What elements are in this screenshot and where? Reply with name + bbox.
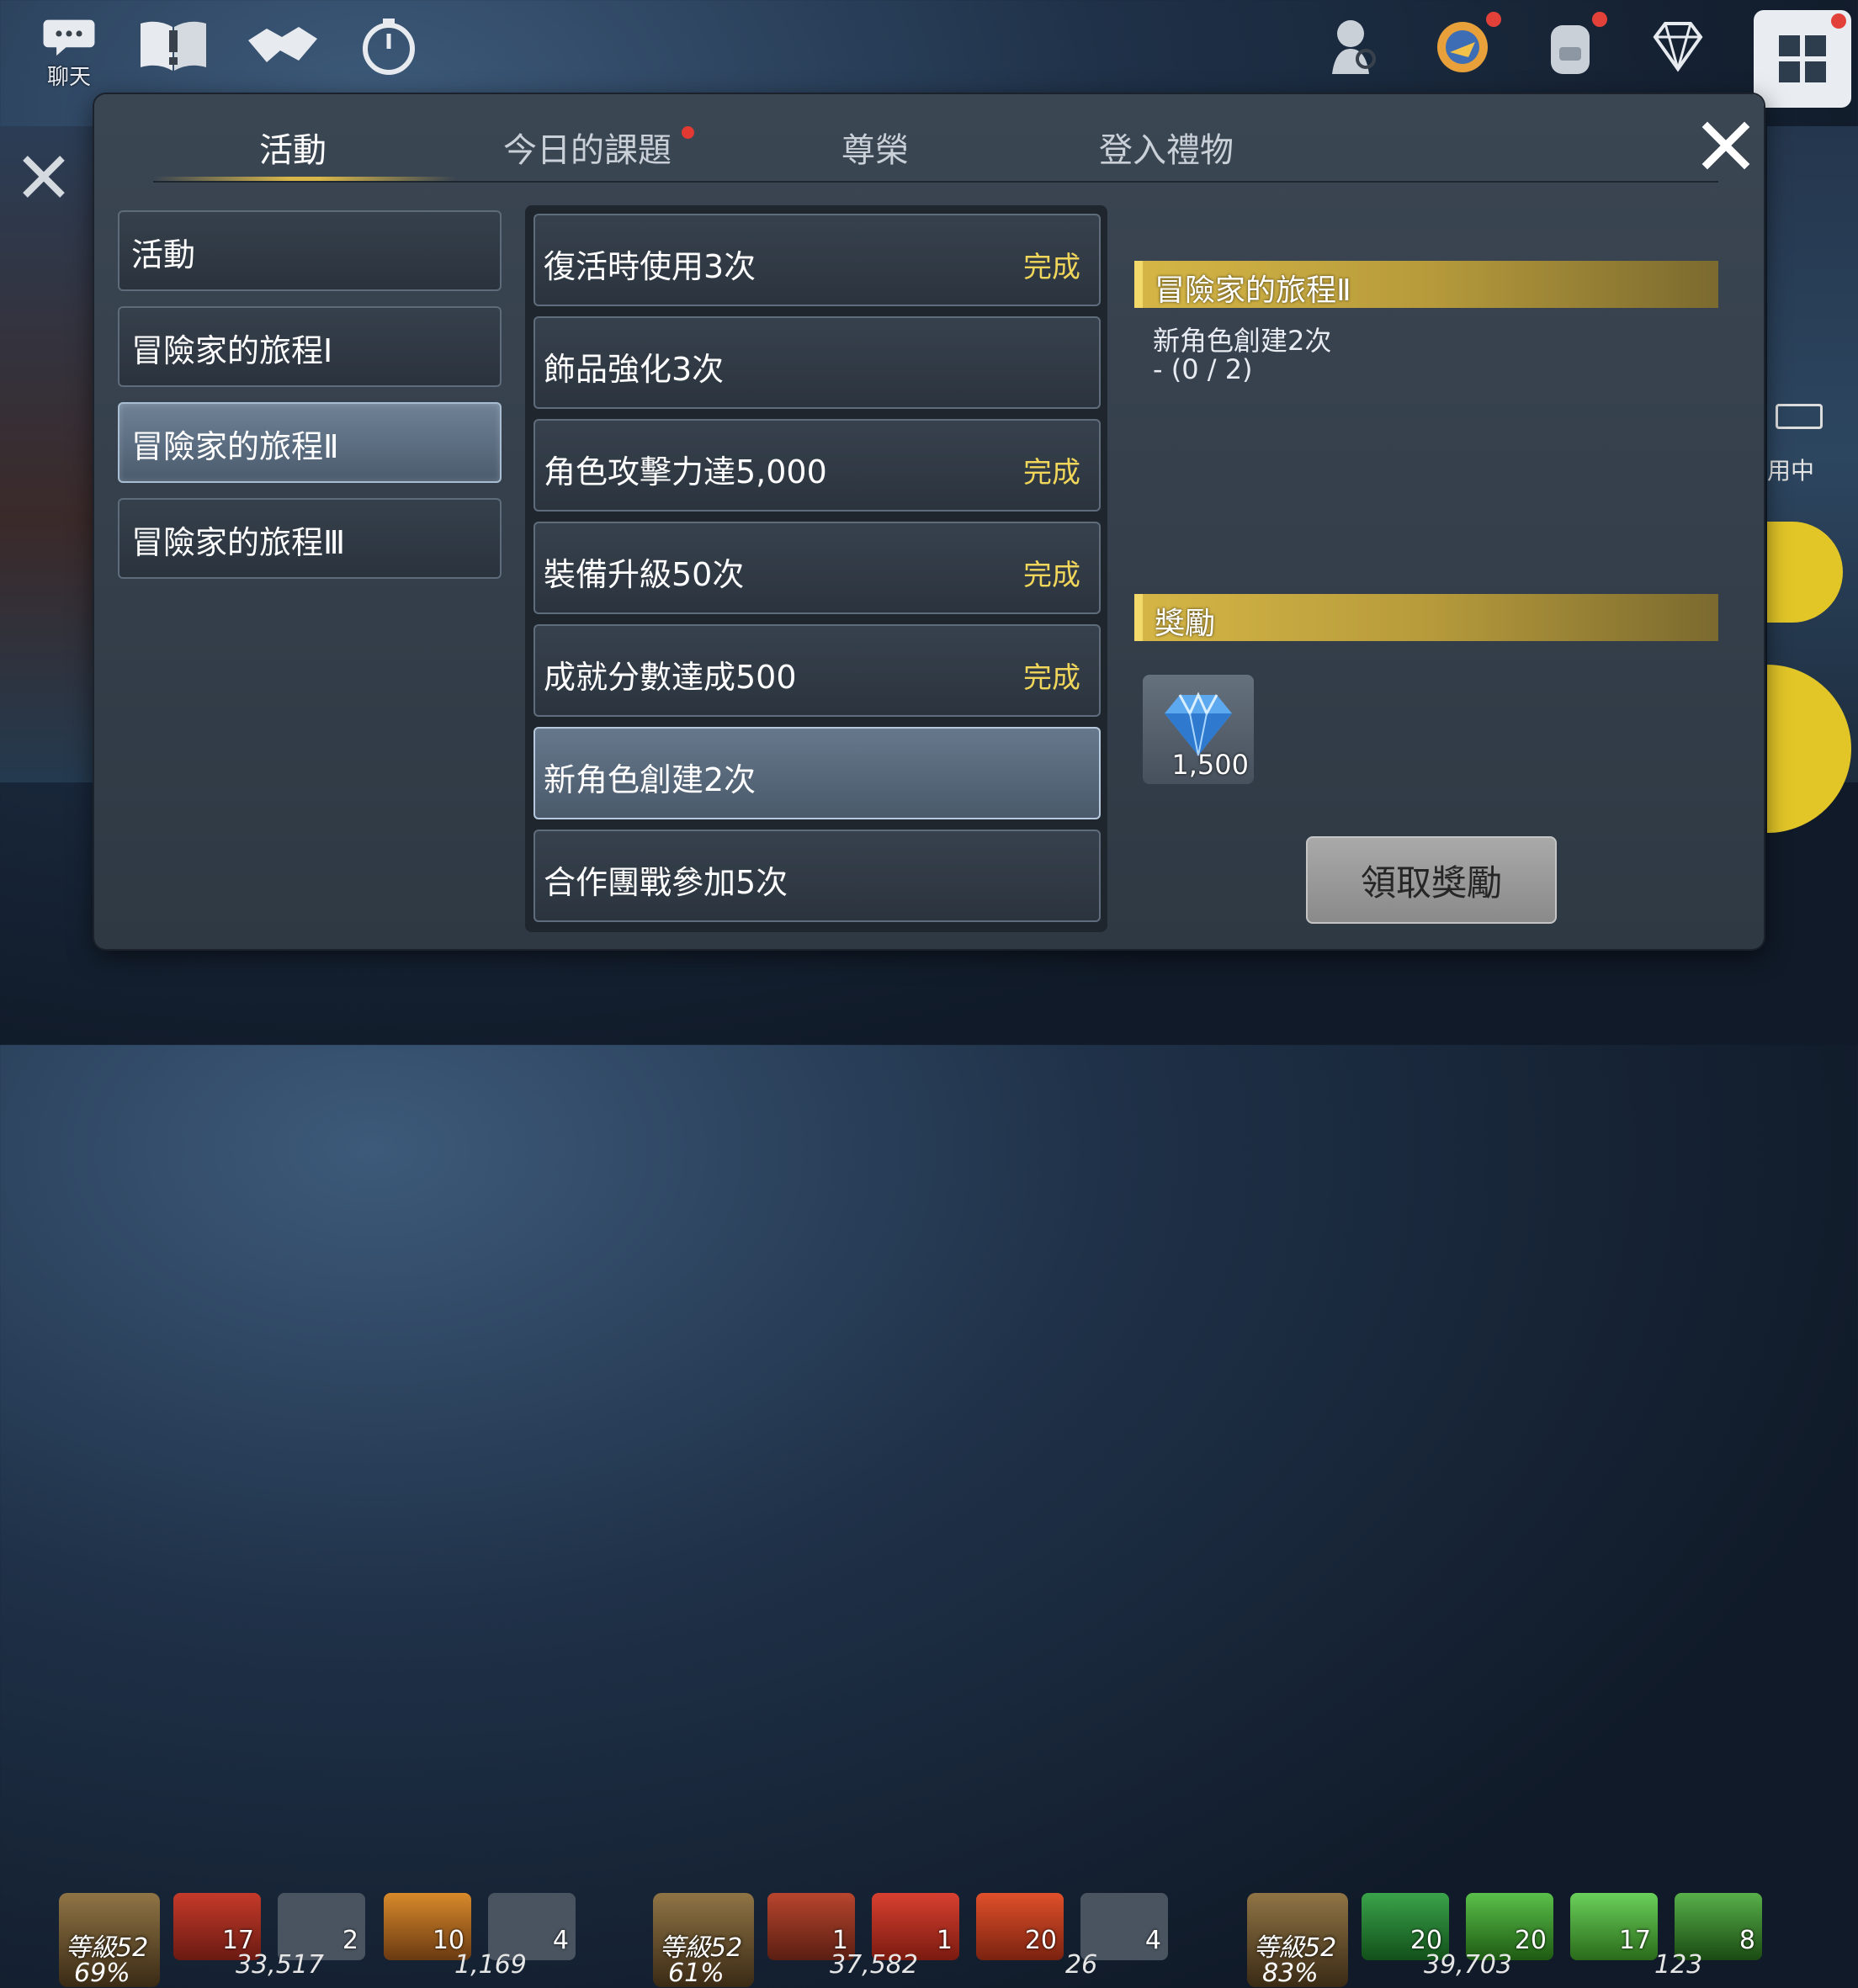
close-button[interactable] — [1698, 118, 1754, 173]
chat-icon — [43, 19, 95, 56]
hero-exp-percent: 69% — [74, 1959, 130, 1988]
sub-value: 1,169 — [454, 1950, 527, 1980]
quest-list[interactable]: 復活時使用3次 完成 飾品強化3次 角色攻擊力達5,000 完成 裝備升級50次… — [525, 205, 1107, 932]
quest-item-selected[interactable]: 新角色創建2次 — [534, 727, 1101, 819]
claim-reward-label: 領取獎勵 — [1360, 861, 1502, 904]
mission-progress: - (0 / 2) — [1153, 353, 1253, 385]
power-value: 33,517 — [236, 1950, 324, 1980]
quest-item[interactable]: 飾品強化3次 — [534, 316, 1101, 409]
stopwatch-icon — [363, 19, 415, 75]
quest-title: 合作團戰參加5次 — [544, 864, 788, 901]
tab-bar: 活動 今日的課題 尊榮 登入禮物 — [94, 94, 1764, 183]
hero-portrait-1[interactable]: 等級52 69% — [59, 1893, 160, 1988]
quest-status: 完成 — [1023, 251, 1080, 284]
event-button[interactable] — [1420, 12, 1505, 91]
top-hud: 聊天 — [0, 0, 1858, 108]
detail-header: 冒險家的旅程Ⅱ — [1134, 261, 1718, 308]
quest-item[interactable]: 合作團戰參加5次 — [534, 830, 1101, 922]
category-journey-2[interactable]: 冒險家的旅程Ⅱ — [118, 402, 502, 483]
event-panel: 活動 今日的課題 尊榮 登入禮物 活動 冒險家的旅程Ⅰ 冒險家的旅程Ⅱ 冒險家的… — [94, 94, 1764, 949]
category-events[interactable]: 活動 — [118, 210, 502, 291]
quest-item[interactable]: 角色攻擊力達5,000 完成 — [534, 419, 1101, 512]
hero-portrait-3[interactable]: 等級52 83% — [1247, 1893, 1348, 1988]
menu-grid-icon — [1779, 35, 1826, 82]
category-label: 冒險家的旅程Ⅲ — [131, 524, 346, 561]
guild-button[interactable] — [241, 15, 325, 91]
tab-login-gift[interactable]: 登入禮物 — [1099, 123, 1234, 172]
power-value: 39,703 — [1424, 1950, 1512, 1980]
reward-quantity: 1,500 — [1171, 749, 1249, 781]
attack-button[interactable] — [1767, 665, 1851, 833]
quest-title: 成就分數達成500 — [544, 659, 797, 696]
quest-title: 裝備升級50次 — [544, 556, 745, 593]
hero-exp-percent: 83% — [1262, 1959, 1319, 1988]
tab-daily-tasks[interactable]: 今日的課題 — [503, 123, 672, 172]
timer-button[interactable] — [347, 15, 431, 91]
hero-exp-percent: 61% — [668, 1959, 725, 1988]
main-menu-button[interactable] — [1754, 10, 1851, 108]
claim-reward-button[interactable]: 領取獎勵 — [1306, 836, 1557, 924]
reward-header-title: 獎勵 — [1155, 607, 1216, 641]
tab-divider — [153, 181, 1718, 183]
category-label: 活動 — [131, 236, 196, 273]
skill-slot[interactable]: 17 — [1570, 1893, 1658, 1960]
crossed-swords-icon — [23, 156, 65, 198]
diamond-shop-icon — [1653, 22, 1703, 72]
backpack-button[interactable] — [1528, 12, 1612, 91]
diamond-shop-button[interactable] — [1636, 15, 1720, 91]
quest-status: 完成 — [1023, 559, 1080, 592]
backpack-notification-dot — [1592, 12, 1607, 27]
detail-header-title: 冒險家的旅程Ⅱ — [1155, 273, 1351, 308]
category-label: 冒險家的旅程Ⅱ — [131, 428, 339, 465]
quest-book-button[interactable] — [131, 15, 215, 91]
chat-button[interactable]: 聊天 — [27, 15, 111, 91]
close-icon — [1701, 121, 1750, 170]
category-journey-1[interactable]: 冒險家的旅程Ⅰ — [118, 306, 502, 387]
battery-icon — [1776, 404, 1823, 429]
quest-title: 復活時使用3次 — [544, 248, 756, 285]
reward-item[interactable]: 1,500 — [1143, 675, 1254, 784]
reward-header: 獎勵 — [1134, 594, 1718, 641]
quest-title: 新角色創建2次 — [544, 761, 756, 798]
yellow-action-button[interactable] — [1767, 522, 1843, 623]
quest-item[interactable]: 復活時使用3次 完成 — [534, 214, 1101, 306]
side-status-text: 用中 — [1767, 457, 1815, 485]
menu-notification-dot — [1831, 13, 1846, 29]
sub-value: 123 — [1654, 1950, 1703, 1980]
event-notification-dot — [1486, 12, 1501, 27]
quest-item[interactable]: 裝備升級50次 完成 — [534, 522, 1101, 614]
power-value: 37,582 — [830, 1950, 918, 1980]
tab-honor[interactable]: 尊榮 — [841, 123, 909, 172]
daily-tasks-notification-dot — [682, 126, 694, 139]
search-character-icon — [1332, 20, 1376, 74]
skill-slot[interactable]: 20 — [976, 1893, 1064, 1960]
quest-title: 飾品強化3次 — [544, 351, 725, 388]
sub-value: 26 — [1065, 1950, 1098, 1980]
bottom-hud: 等級52 69% 等級52 61% 等級52 83% 17 2 10 4 1 1… — [0, 942, 1858, 1988]
quest-status: 完成 — [1023, 661, 1080, 695]
category-label: 冒險家的旅程Ⅰ — [131, 332, 333, 369]
quest-title: 角色攻擊力達5,000 — [544, 453, 827, 490]
category-journey-3[interactable]: 冒險家的旅程Ⅲ — [118, 498, 502, 579]
hero-portrait-2[interactable]: 等級52 61% — [653, 1893, 754, 1988]
quest-book-icon — [141, 21, 206, 71]
handshake-icon — [248, 27, 317, 62]
tab-events[interactable]: 活動 — [259, 123, 326, 172]
search-character-button[interactable] — [1313, 15, 1397, 91]
quest-status: 完成 — [1023, 456, 1080, 490]
right-world-strip: 用中 — [1767, 126, 1858, 833]
left-world-strip — [0, 126, 93, 782]
chat-label: 聊天 — [46, 65, 91, 90]
quest-item[interactable]: 成就分數達成500 完成 — [534, 624, 1101, 717]
